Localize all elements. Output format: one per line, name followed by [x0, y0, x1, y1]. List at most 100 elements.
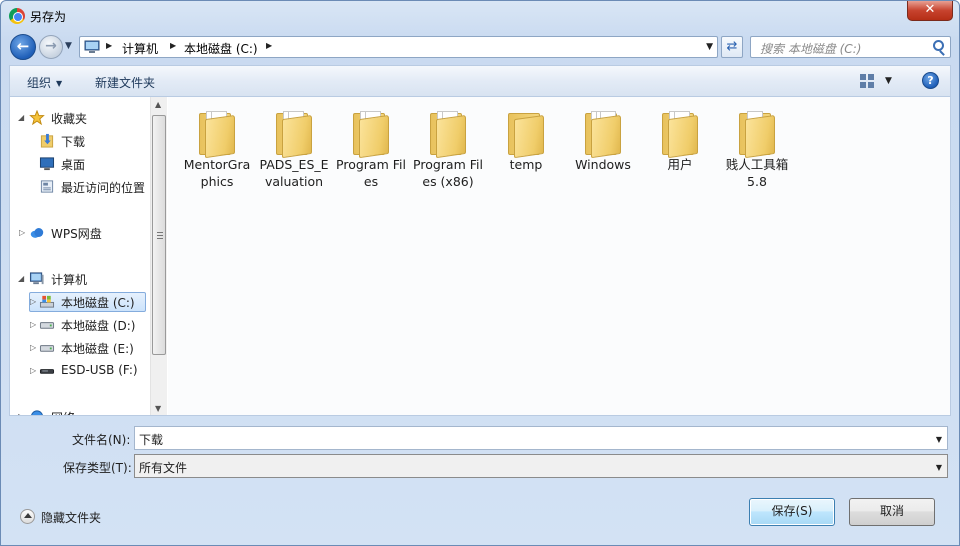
- search-icon[interactable]: [933, 40, 944, 51]
- chevron-down-icon: ▼: [56, 79, 63, 88]
- folder-name: PADS_ES_Evaluation: [259, 157, 329, 189]
- sidebar-item-recent-places[interactable]: 最近访问的位置: [10, 177, 158, 197]
- star-icon: [29, 110, 45, 125]
- sidebar-item-label: 计算机: [51, 273, 88, 287]
- view-options-icon[interactable]: [860, 74, 874, 88]
- expanded-arrow-icon[interactable]: ◢: [18, 274, 24, 283]
- save-as-dialog: 另存为 ✕ ← → ▼ ▶ 计算机 ▶ 本地磁盘 (C:) ▶ ▼ ⇄ 搜索 本…: [0, 0, 960, 546]
- folder-icon: [739, 107, 775, 159]
- folder-name: temp: [509, 157, 543, 172]
- sidebar-item-local-disk-e[interactable]: ▷ 本地磁盘 (E:): [10, 338, 158, 358]
- folder-item[interactable]: temp: [489, 103, 563, 193]
- folder-name: Program Files: [336, 157, 406, 189]
- hide-folders-label: 隐藏文件夹: [41, 511, 102, 525]
- organize-button[interactable]: 组织 ▼: [27, 74, 62, 91]
- view-dropdown-icon[interactable]: ▼: [885, 76, 892, 86]
- sidebar-item-label: 最近访问的位置: [61, 181, 146, 195]
- sidebar-item-computer[interactable]: ◢ 计算机: [10, 269, 158, 289]
- sidebar-item-wps-cloud[interactable]: ▷ WPS网盘: [10, 223, 158, 243]
- sidebar-item-local-disk-c[interactable]: ▷ 本地磁盘 (C:): [10, 292, 158, 312]
- sidebar-item-label: 本地磁盘 (D:): [61, 319, 136, 333]
- folder-icon: [430, 107, 466, 159]
- sidebar-item-label: WPS网盘: [51, 227, 102, 241]
- help-icon[interactable]: ?: [922, 72, 939, 89]
- sidebar-item-downloads[interactable]: 下载: [10, 131, 158, 151]
- navigation-scrollbar[interactable]: ▲ ▼: [150, 97, 167, 415]
- refresh-button[interactable]: ⇄: [721, 36, 743, 58]
- filename-field[interactable]: 下载 ▼: [134, 426, 948, 450]
- expanded-arrow-icon[interactable]: ◢: [18, 113, 24, 122]
- collapsed-arrow-icon[interactable]: ▷: [30, 320, 36, 329]
- address-bar[interactable]: ▶ 计算机 ▶ 本地磁盘 (C:) ▶ ▼: [79, 36, 718, 58]
- folder-icon: [199, 107, 235, 159]
- collapsed-arrow-icon[interactable]: ▷: [30, 343, 36, 352]
- folder-item[interactable]: MentorGraphics: [180, 103, 254, 193]
- search-placeholder: 搜索 本地磁盘 (C:): [760, 42, 862, 56]
- cancel-button[interactable]: 取消: [849, 498, 935, 526]
- scrollbar-thumb[interactable]: [152, 115, 166, 355]
- sidebar-item-network[interactable]: ▷ 网络: [10, 407, 158, 415]
- collapse-up-icon: [20, 509, 35, 524]
- search-input[interactable]: 搜索 本地磁盘 (C:): [750, 36, 951, 58]
- collapsed-arrow-icon[interactable]: ▷: [30, 297, 36, 306]
- navigation-bar: ← → ▼ ▶ 计算机 ▶ 本地磁盘 (C:) ▶ ▼ ⇄ 搜索 本地磁盘 (C…: [1, 31, 959, 63]
- back-button[interactable]: ←: [10, 34, 36, 60]
- cloud-icon: [30, 228, 44, 238]
- sidebar-item-label: 下载: [61, 135, 86, 149]
- breadcrumb-separator-icon[interactable]: ▶: [170, 41, 176, 50]
- folder-item[interactable]: Program Files: [334, 103, 408, 193]
- file-list: MentorGraphics PADS_ES_Evaluation Progra…: [168, 97, 950, 415]
- chrome-icon: [9, 8, 25, 24]
- breadcrumb-separator-icon[interactable]: ▶: [106, 41, 112, 50]
- command-toolbar: 组织 ▼ 新建文件夹 ▼ ?: [9, 65, 951, 96]
- sidebar-item-label: 网络: [51, 409, 75, 415]
- folder-item[interactable]: 贱人工具箱5.8: [720, 103, 794, 193]
- organize-label: 组织: [27, 76, 52, 90]
- folder-item[interactable]: PADS_ES_Evaluation: [257, 103, 331, 193]
- drive-icon: [39, 322, 55, 329]
- folder-name: 贱人工具箱5.8: [725, 157, 789, 189]
- folder-item[interactable]: 用户: [643, 103, 717, 193]
- system-drive-icon: [39, 295, 55, 308]
- filetype-select[interactable]: 所有文件 ▼: [134, 454, 948, 478]
- drive-icon: [39, 345, 55, 352]
- collapsed-arrow-icon[interactable]: ▷: [30, 366, 36, 375]
- filetype-label: 保存类型(T):: [63, 461, 132, 475]
- sidebar-item-label: ESD-USB (F:): [61, 363, 138, 377]
- collapsed-arrow-icon[interactable]: ▷: [19, 228, 25, 237]
- title-bar: 另存为 ✕: [1, 1, 959, 31]
- folder-name: 用户: [667, 157, 693, 172]
- new-folder-button[interactable]: 新建文件夹: [95, 74, 155, 91]
- forward-button[interactable]: →: [39, 35, 63, 59]
- save-button[interactable]: 保存(S): [749, 498, 835, 526]
- folder-item[interactable]: Windows: [566, 103, 640, 193]
- filename-label: 文件名(N):: [72, 433, 131, 447]
- download-folder-icon: [40, 133, 54, 148]
- sidebar-item-desktop[interactable]: 桌面: [10, 154, 158, 174]
- empty-folder-icon: [508, 107, 544, 159]
- computer-icon: [84, 40, 100, 53]
- chevron-down-icon[interactable]: ▼: [936, 463, 942, 472]
- navigation-pane: ◢ 收藏夹 下载 桌面 最近访问的位置 ▷ WPS网盘 ◢ 计算机 ▷ 本地磁盘…: [10, 97, 168, 415]
- grip-icon: [157, 232, 163, 239]
- collapsed-arrow-icon[interactable]: ▷: [18, 412, 24, 415]
- chevron-down-icon[interactable]: ▼: [936, 435, 942, 444]
- folder-icon: [276, 107, 312, 159]
- folder-item[interactable]: Program Files (x86): [411, 103, 485, 193]
- recent-pages-dropdown-icon[interactable]: ▼: [65, 41, 72, 51]
- breadcrumb-local-disk-c[interactable]: 本地磁盘 (C:): [184, 40, 258, 57]
- folder-icon: [353, 107, 389, 159]
- sidebar-item-local-disk-d[interactable]: ▷ 本地磁盘 (D:): [10, 315, 158, 335]
- sidebar-item-usb-drive-f[interactable]: ▷ ESD-USB (F:): [10, 361, 158, 381]
- breadcrumb-computer[interactable]: 计算机: [122, 40, 158, 57]
- content-area: ◢ 收藏夹 下载 桌面 最近访问的位置 ▷ WPS网盘 ◢ 计算机 ▷ 本地磁盘…: [9, 96, 951, 416]
- close-button[interactable]: ✕: [907, 1, 953, 21]
- computer-icon: [29, 272, 44, 285]
- breadcrumb-separator-icon[interactable]: ▶: [266, 41, 272, 50]
- scroll-up-icon[interactable]: ▲: [155, 100, 161, 109]
- sidebar-item-favorites[interactable]: ◢ 收藏夹: [10, 108, 158, 128]
- scroll-down-icon[interactable]: ▼: [155, 404, 161, 413]
- sidebar-item-label: 桌面: [61, 158, 86, 172]
- address-history-dropdown-icon[interactable]: ▼: [706, 42, 713, 52]
- folder-name: MentorGraphics: [183, 157, 251, 189]
